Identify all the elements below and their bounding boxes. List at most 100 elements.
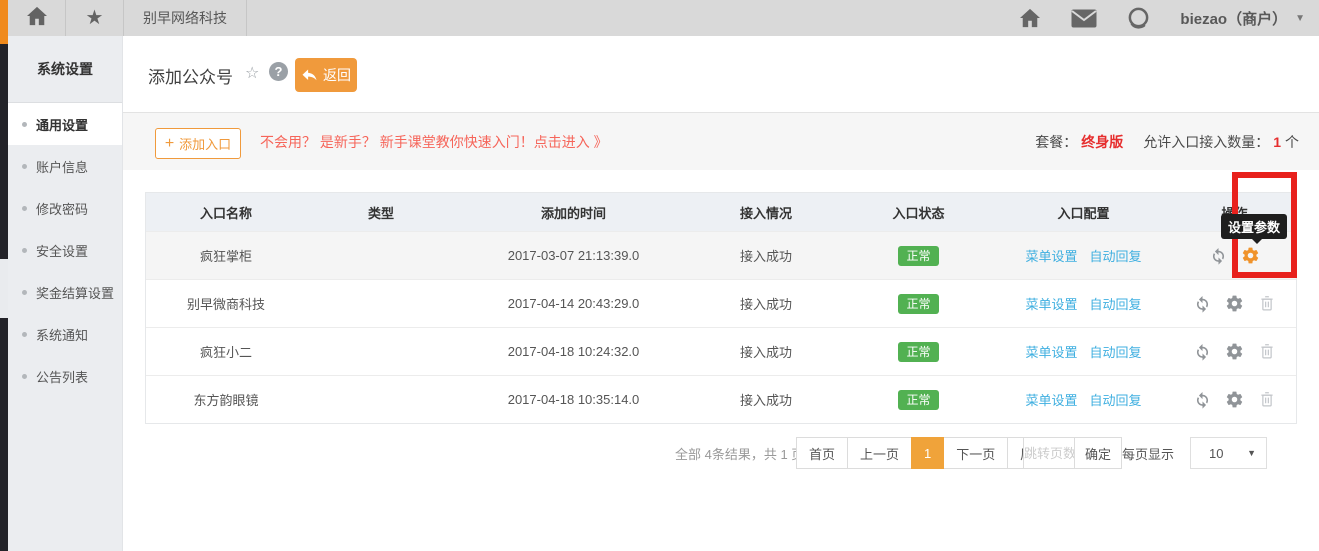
entry-name: 别早微商科技 [146,294,306,313]
back-button[interactable]: 返回 [295,58,357,92]
quota-unit: 个 [1285,132,1299,152]
menu-settings-link[interactable]: 菜单设置 [1025,246,1077,265]
user-name: biezao（商户） [1180,8,1287,29]
per-page-label: 每页显示 [1122,437,1174,469]
newbie-notice-link[interactable]: 不会用？ 是新手？ 新手课堂教你快速入门！点击进入 》 [260,113,608,171]
bullet-icon [22,164,27,169]
entry-time: 2017-04-14 20:43:29.0 [456,296,691,311]
gear-icon[interactable] [1225,294,1244,313]
first-page-button[interactable]: 首页 [796,437,848,469]
page-button-group: 首页 上一页 1 下一页 尾页 [796,437,1059,469]
jump-page-input[interactable] [1023,437,1075,469]
bullet-icon [22,332,27,337]
status-badge: 正常 [898,246,938,266]
bullet-icon [22,206,27,211]
entries-table: 入口名称 类型 添加的时间 接入情况 入口状态 入口配置 操作 疯狂掌柜 201… [145,192,1297,424]
main-content: 添加公众号 ☆ ? 返回 + 添加入口 不会用？ 是新手？ 新手课堂教你快速入门… [123,36,1319,551]
next-page-button[interactable]: 下一页 [943,437,1008,469]
back-button-label: 返回 [323,65,351,85]
plan-value: 终身版 [1081,132,1123,152]
topbar-right: biezao（商户） ▼ [1019,0,1305,36]
entry-time: 2017-04-18 10:35:14.0 [456,392,691,407]
topbar-company-tab[interactable]: 别早网络科技 [124,0,247,36]
plan-info: 套餐： 终身版 允许入口接入数量： 1 个 [1035,113,1299,171]
sidebar-item-change-password[interactable]: 修改密码 [8,187,122,229]
column-header: 入口名称 [146,203,306,222]
prev-page-button[interactable]: 上一页 [847,437,912,469]
add-entry-label: 添加入口 [179,134,231,153]
sidebar-item-security-settings[interactable]: 安全设置 [8,229,122,271]
trash-icon[interactable] [1257,294,1276,313]
support-icon[interactable] [1127,7,1150,30]
bullet-icon [22,122,27,127]
menu-settings-link[interactable]: 菜单设置 [1025,294,1077,313]
column-header: 添加的时间 [456,203,691,222]
sidebar-item-general-settings[interactable]: 通用设置 [8,103,122,145]
home-icon[interactable] [1019,8,1041,28]
refresh-icon[interactable] [1193,342,1212,361]
sidebar-item-label: 账户信息 [36,157,88,176]
entry-name: 东方韵眼镜 [146,390,306,409]
sidebar-item-label: 公告列表 [36,367,88,386]
auto-reply-link[interactable]: 自动回复 [1090,246,1142,265]
table-header-row: 入口名称 类型 添加的时间 接入情况 入口状态 入口配置 操作 [146,193,1296,231]
bullet-icon [22,374,27,379]
caret-down-icon: ▼ [1295,13,1305,24]
page-title: 添加公众号 [148,63,233,88]
menu-settings-link[interactable]: 菜单设置 [1025,342,1077,361]
gear-icon[interactable] [1225,390,1244,409]
toolbar: + 添加入口 不会用？ 是新手？ 新手课堂教你快速入门！点击进入 》 套餐： 终… [123,112,1319,170]
table-row: 别早微商科技 2017-04-14 20:43:29.0 接入成功 正常 菜单设… [146,279,1296,327]
per-page-select[interactable]: 10 ▼ [1190,437,1267,469]
refresh-icon[interactable] [1209,246,1228,265]
sidebar-item-label: 通用设置 [36,115,88,134]
sidebar-item-label: 奖金结算设置 [36,283,114,302]
entry-time: 2017-04-18 10:24:32.0 [456,344,691,359]
refresh-icon[interactable] [1193,390,1212,409]
add-entry-button[interactable]: + 添加入口 [155,128,241,159]
gear-icon[interactable] [1225,342,1244,361]
results-summary: 全部 4条结果，共 1 页 [675,437,804,469]
entry-situation: 接入成功 [691,342,841,361]
menu-settings-link[interactable]: 菜单设置 [1025,390,1077,409]
caret-down-icon: ▼ [1247,448,1256,458]
sidebar-item-system-notice[interactable]: 系统通知 [8,313,122,355]
auto-reply-link[interactable]: 自动回复 [1090,390,1142,409]
column-header: 入口状态 [841,203,996,222]
entry-name: 疯狂掌柜 [146,246,306,265]
help-icon[interactable]: ? [269,62,288,81]
topbar-tab-favorites[interactable]: ★ [66,0,124,36]
sidebar-item-announcement-list[interactable]: 公告列表 [8,355,122,397]
auto-reply-link[interactable]: 自动回复 [1090,294,1142,313]
mail-icon[interactable] [1071,9,1097,28]
pagination: 全部 4条结果，共 1 页 首页 上一页 1 下一页 尾页 确定 每页显示 10… [123,437,1319,469]
confirm-button[interactable]: 确定 [1074,437,1122,469]
entry-name: 疯狂小二 [146,342,306,361]
bullet-icon [22,248,27,253]
quota-value: 1 [1273,134,1281,150]
bullet-icon [22,290,27,295]
user-menu[interactable]: biezao（商户） ▼ [1180,8,1305,29]
current-page-button[interactable]: 1 [911,437,944,469]
rail-scrollbar-thumb[interactable] [0,259,8,318]
topbar: ★ 别早网络科技 biezao（商户） ▼ [0,0,1319,36]
reply-arrow-icon [301,67,318,84]
table-row: 疯狂掌柜 2017-03-07 21:13:39.0 接入成功 正常 菜单设置 … [146,231,1296,279]
refresh-icon[interactable] [1193,294,1212,313]
table-row: 东方韵眼镜 2017-04-18 10:35:14.0 接入成功 正常 菜单设置… [146,375,1296,423]
sidebar-item-account-info[interactable]: 账户信息 [8,145,122,187]
sidebar-header: 系统设置 [8,36,122,103]
plan-label: 套餐： [1035,132,1077,152]
trash-icon[interactable] [1257,342,1276,361]
plus-icon: + [165,136,174,152]
entry-situation: 接入成功 [691,246,841,265]
entry-time: 2017-03-07 21:13:39.0 [456,248,691,263]
sidebar-item-bonus-settlement[interactable]: 奖金结算设置 [8,271,122,313]
per-page-value: 10 [1209,446,1223,461]
auto-reply-link[interactable]: 自动回复 [1090,342,1142,361]
trash-icon[interactable] [1257,390,1276,409]
entry-situation: 接入成功 [691,294,841,313]
company-tab-label: 别早网络科技 [143,8,227,28]
topbar-tab-home[interactable] [8,0,66,36]
star-outline-icon[interactable]: ☆ [245,63,259,83]
